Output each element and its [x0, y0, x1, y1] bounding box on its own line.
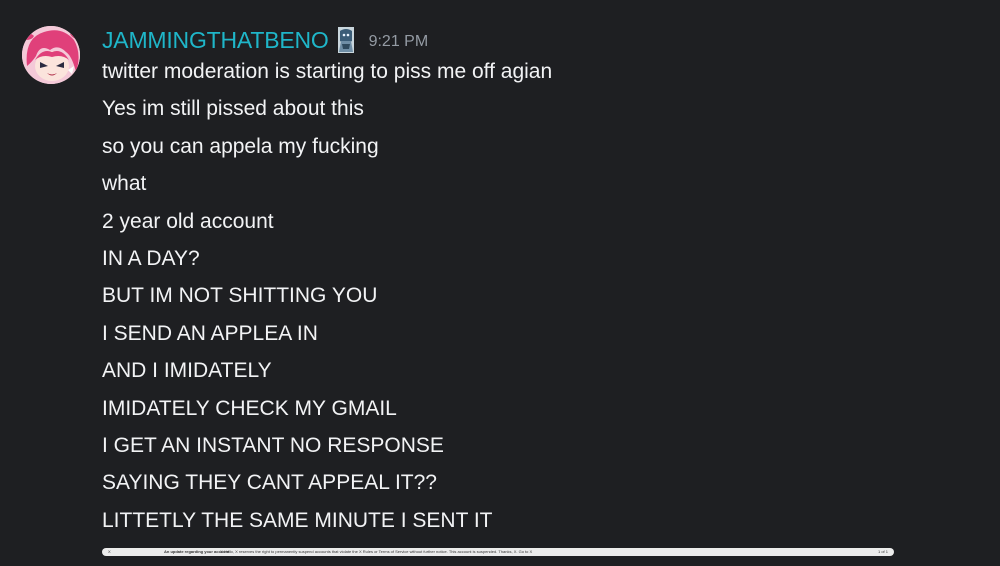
timestamp: 9:21 PM — [368, 33, 429, 50]
message-text[interactable]: IMIDATELY CHECK MY GMAIL — [102, 390, 552, 427]
message-text[interactable]: so you can appela my fucking — [102, 128, 552, 165]
message-text[interactable]: LITTETLY THE SAME MINUTE I SENT IT — [102, 502, 552, 539]
embed-title: An update regarding your account — [164, 549, 230, 554]
embed-left-text: X — [108, 549, 111, 554]
message-text[interactable]: twitter moderation is starting to piss m… — [102, 53, 552, 90]
email-screenshot-attachment[interactable]: X An update regarding your account X Hel… — [102, 548, 894, 556]
embed-body: X Hello, X reserves the right to permane… — [220, 549, 533, 554]
avatar[interactable] — [22, 26, 80, 84]
message-text[interactable]: I SEND AN APPLEA IN — [102, 315, 552, 352]
message-text[interactable]: what — [102, 165, 552, 202]
message-text[interactable]: I GET AN INSTANT NO RESPONSE — [102, 427, 552, 464]
message-text[interactable]: AND I IMIDATELY — [102, 352, 552, 389]
message-header: JAMMINGTHATBENO 9:21 PM — [102, 24, 428, 56]
character-badge-icon[interactable] — [335, 25, 357, 55]
message-text[interactable]: 2 year old account — [102, 203, 552, 240]
anime-avatar-icon — [22, 26, 80, 84]
message-text[interactable]: IN A DAY? — [102, 240, 552, 277]
message-text[interactable]: Yes im still pissed about this — [102, 90, 552, 127]
message-list: twitter moderation is starting to piss m… — [102, 53, 552, 539]
embed-right-text: 1 of 1 — [877, 549, 888, 554]
username[interactable]: JAMMINGTHATBENO — [102, 27, 329, 54]
message-text[interactable]: SAYING THEY CANT APPEAL IT?? — [102, 464, 552, 501]
chat-view: JAMMINGTHATBENO 9:21 PM twitter moderati… — [0, 0, 1000, 566]
message-text[interactable]: BUT IM NOT SHITTING YOU — [102, 277, 552, 314]
